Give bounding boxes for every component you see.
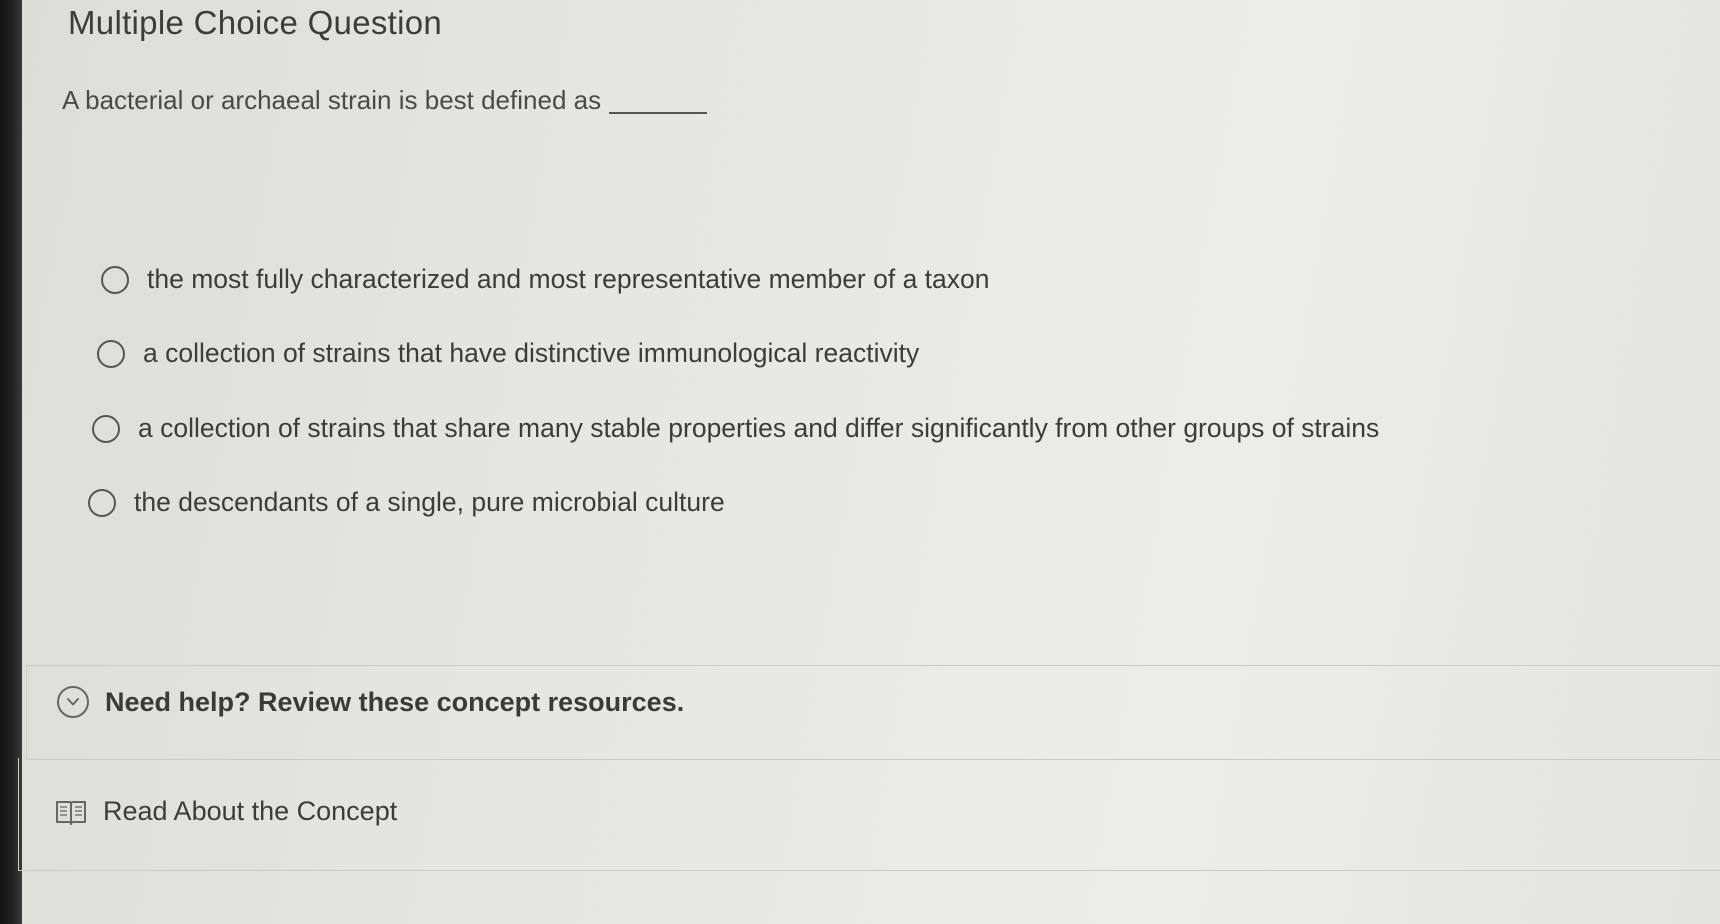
answer-option-label: the most fully characterized and most re…: [147, 264, 990, 294]
book-icon: [55, 798, 87, 826]
help-label: Need help? Review these concept resource…: [105, 686, 685, 717]
answer-option-1[interactable]: the most fully characterized and most re…: [101, 264, 990, 295]
help-panel: Need help? Review these concept resource…: [26, 665, 1720, 760]
answer-option-label: a collection of strains that have distin…: [143, 338, 920, 368]
resource-panel: Read About the Concept: [18, 758, 1720, 871]
answer-option-4[interactable]: the descendants of a single, pure microb…: [88, 487, 725, 518]
answer-option-label: the descendants of a single, pure microb…: [134, 487, 725, 517]
read-about-concept-link[interactable]: Read About the Concept: [55, 796, 397, 827]
answer-option-2[interactable]: a collection of strains that have distin…: [97, 338, 919, 369]
radio-button[interactable]: [92, 414, 120, 443]
help-toggle[interactable]: Need help? Review these concept resource…: [57, 686, 684, 718]
answer-option-label: a collection of strains that share many …: [138, 413, 1380, 443]
answer-blank: [609, 112, 708, 114]
resource-label: Read About the Concept: [103, 796, 398, 826]
question-title: Multiple Choice Question: [68, 4, 443, 41]
question-prompt-text: A bacterial or archaeal strain is best d…: [62, 85, 602, 115]
answer-option-3[interactable]: a collection of strains that share many …: [92, 413, 1379, 444]
radio-button[interactable]: [97, 339, 125, 368]
question-prompt: A bacterial or archaeal strain is best d…: [62, 85, 708, 116]
chevron-down-circle-icon[interactable]: [57, 686, 89, 718]
radio-button[interactable]: [101, 265, 129, 294]
radio-button[interactable]: [88, 488, 116, 517]
